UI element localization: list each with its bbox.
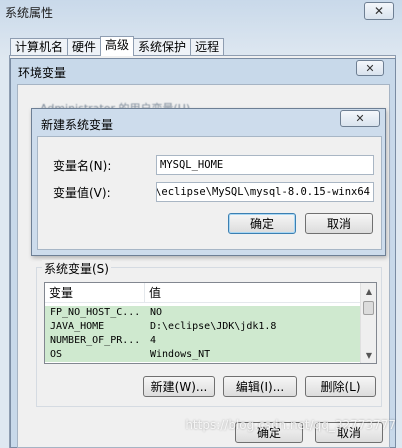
- table-row[interactable]: OS Windows_NT: [45, 348, 376, 362]
- new-variable-cancel-button[interactable]: 取消: [305, 213, 373, 234]
- table-row[interactable]: FP_NO_HOST_C... NO: [45, 306, 376, 320]
- environment-variables-title: 环境变量: [18, 66, 67, 80]
- close-icon: ✕: [355, 112, 365, 125]
- row-variable: NUMBER_OF_PR...: [50, 335, 141, 346]
- watermark-text: https://blog.csdn.net/qq_32773777: [185, 418, 396, 432]
- tab-hardware[interactable]: 硬件: [67, 38, 102, 56]
- column-header-variable[interactable]: 变量: [45, 283, 145, 302]
- system-variables-list[interactable]: 变量 值 FP_NO_HOST_C... NO JAVA_HOME D:\ecl…: [44, 282, 377, 364]
- tab-computer-name[interactable]: 计算机名: [10, 38, 69, 56]
- environment-variables-close-button[interactable]: ✕: [356, 60, 384, 76]
- close-icon: ✕: [373, 4, 385, 18]
- new-system-variable-title: 新建系统变量: [41, 118, 114, 132]
- tab-advanced[interactable]: 高级: [100, 36, 135, 56]
- new-system-variable-button[interactable]: 新建(W)...: [143, 376, 215, 397]
- list-scrollbar[interactable]: ▲ ▼: [360, 283, 376, 363]
- scrollbar-thumb[interactable]: [363, 301, 374, 315]
- column-header-value[interactable]: 值: [145, 283, 361, 302]
- table-row[interactable]: JAVA_HOME D:\eclipse\JDK\jdk1.8: [45, 320, 376, 334]
- row-value: NO: [150, 307, 163, 318]
- variable-value-label: 变量值(V):: [53, 186, 111, 200]
- tab-remote[interactable]: 远程: [190, 38, 225, 56]
- tab-system-protection[interactable]: 系统保护: [133, 38, 192, 56]
- arrow-down-icon[interactable]: ▼: [361, 347, 376, 363]
- edit-system-variable-button[interactable]: 编辑(I)...: [223, 376, 297, 397]
- row-variable: OS: [50, 349, 63, 360]
- system-variables-label: 系统变量(S): [42, 260, 111, 277]
- table-row[interactable]: NUMBER_OF_PR... 4: [45, 334, 376, 348]
- tab-bar: 计算机名 硬件 高级 系统保护 远程: [10, 36, 225, 56]
- variable-value-text: D:\eclipse\MySQL\mysql-8.0.15-winx64: [156, 186, 370, 198]
- row-value: D:\eclipse\JDK\jdk1.8: [150, 321, 277, 332]
- system-properties-title: 系统属性: [5, 6, 54, 20]
- system-properties-close-button[interactable]: ✕: [364, 2, 394, 20]
- variable-value-input[interactable]: D:\eclipse\MySQL\mysql-8.0.15-winx64: [156, 182, 374, 202]
- arrow-up-icon[interactable]: ▲: [361, 283, 376, 299]
- variable-name-label: 变量名(N):: [53, 159, 112, 173]
- variable-name-input[interactable]: MYSQL_HOME: [156, 155, 374, 175]
- new-variable-close-button[interactable]: ✕: [340, 110, 380, 127]
- row-variable: FP_NO_HOST_C...: [50, 307, 141, 318]
- row-value: Windows_NT: [150, 349, 211, 360]
- close-icon: ✕: [365, 61, 375, 75]
- delete-system-variable-button[interactable]: 删除(L): [305, 376, 376, 397]
- row-value: 4: [150, 335, 157, 346]
- row-variable: JAVA_HOME: [50, 321, 105, 332]
- new-variable-ok-button[interactable]: 确定: [228, 213, 296, 234]
- list-header: 变量 值: [45, 283, 376, 303]
